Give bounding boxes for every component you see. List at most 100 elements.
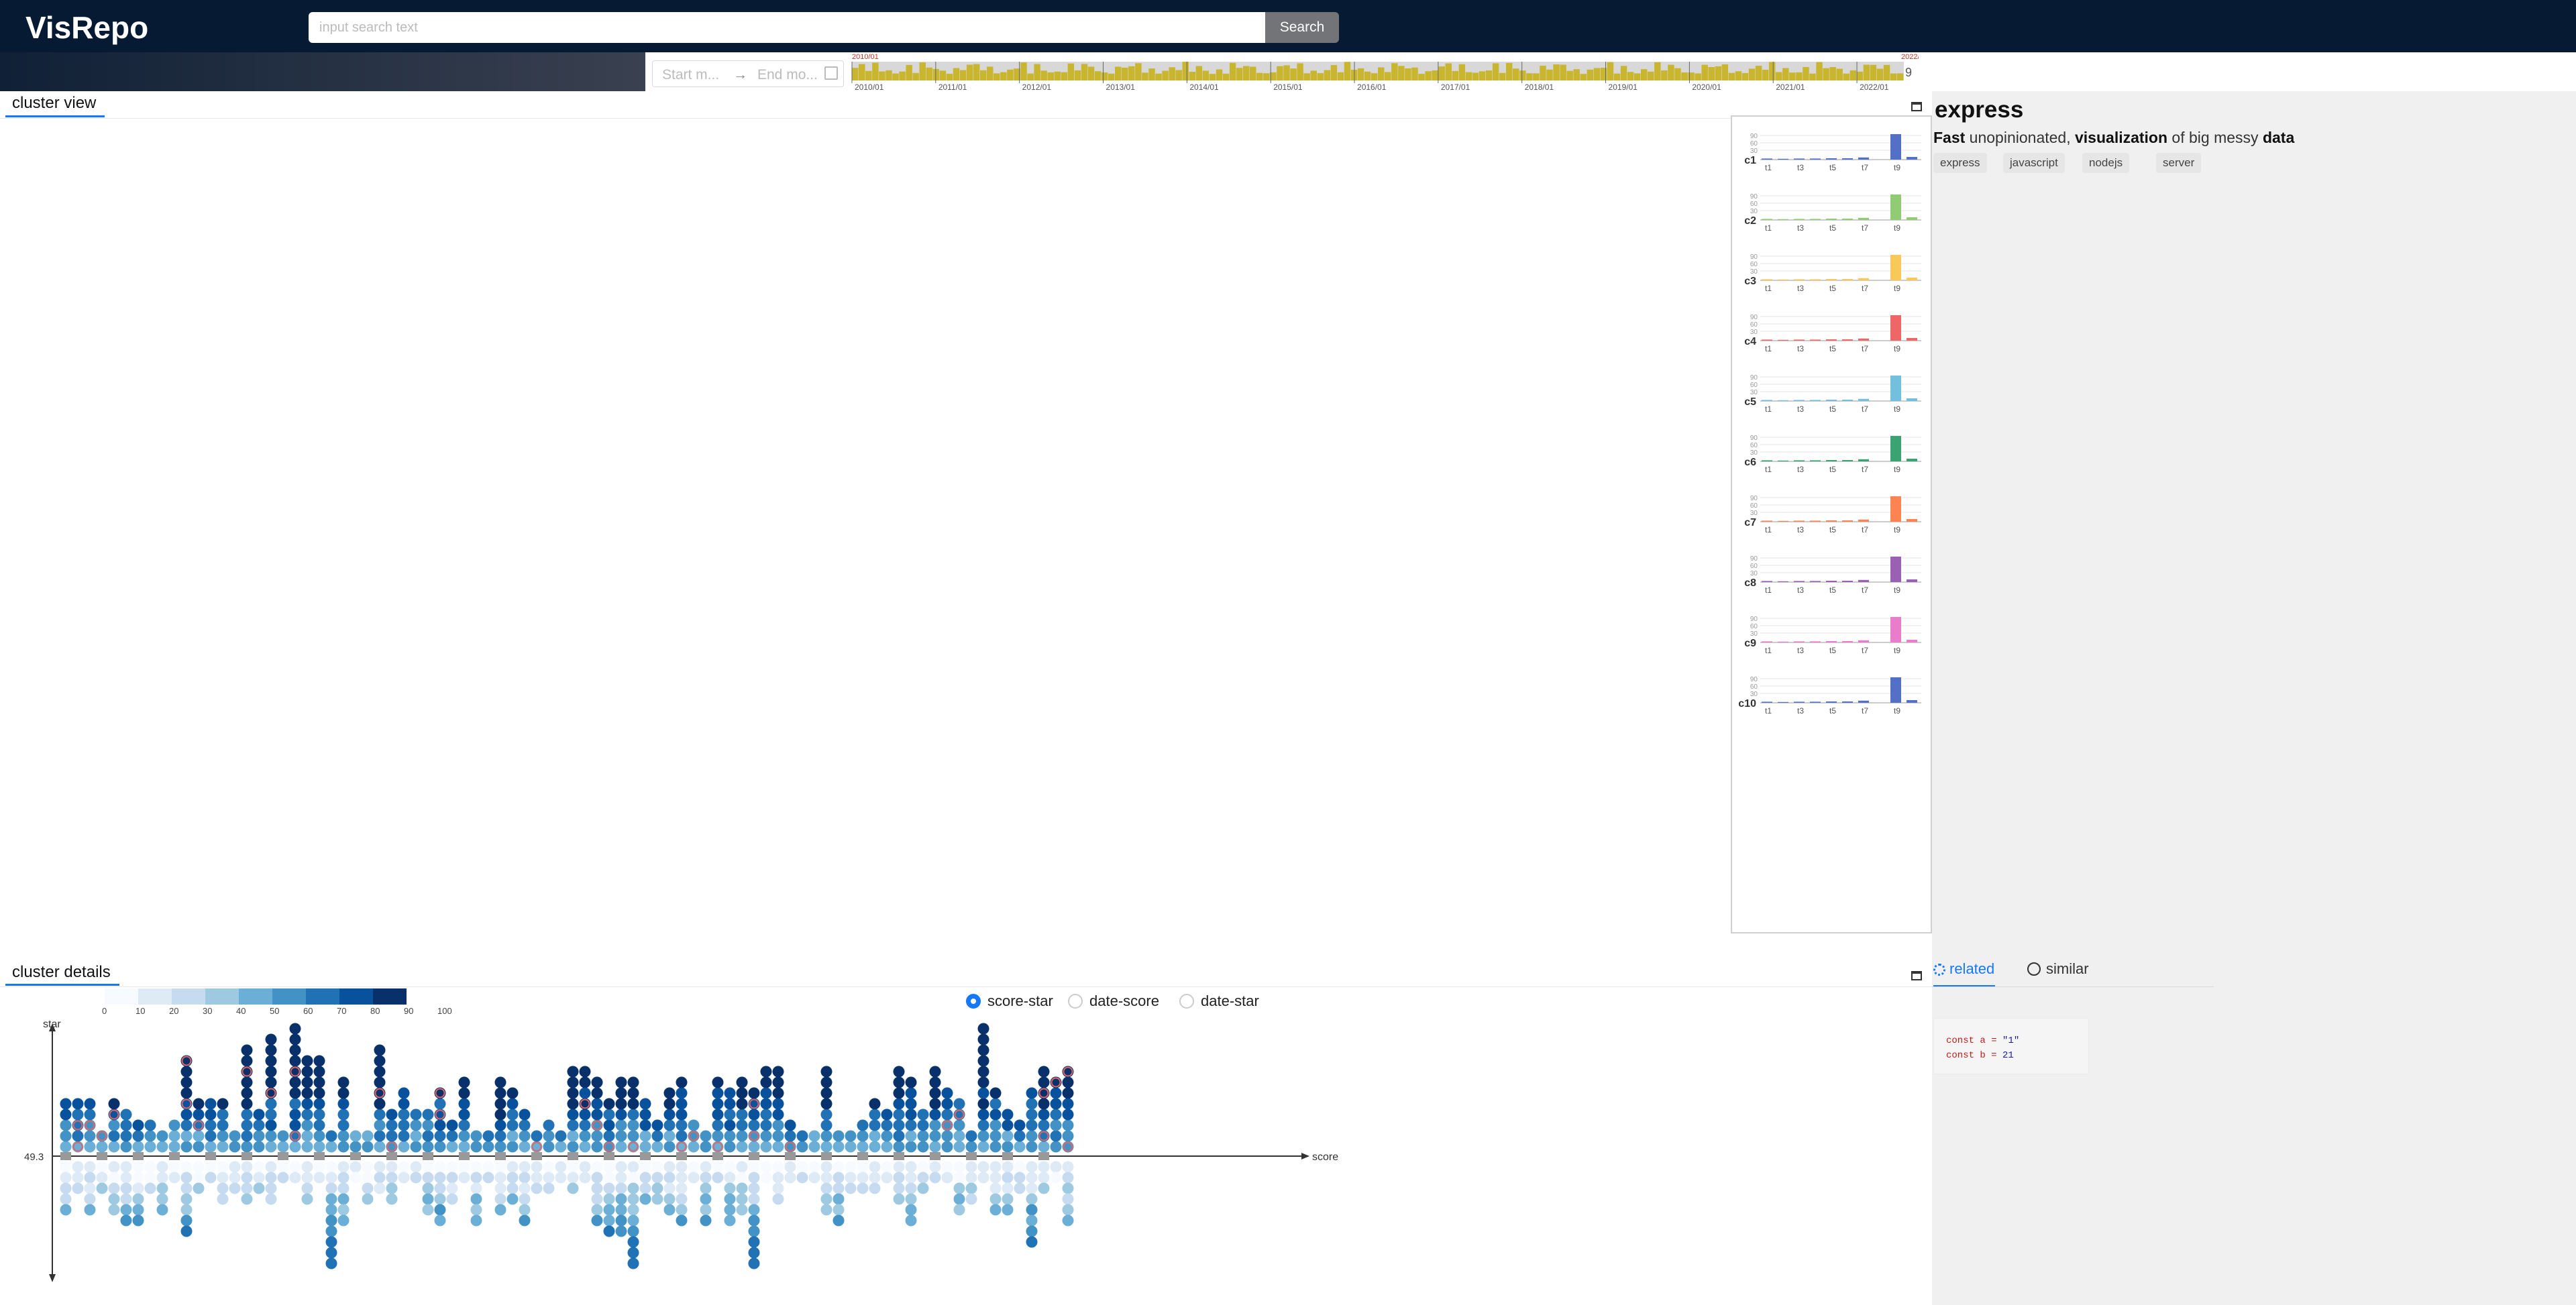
repo-dot — [72, 1130, 84, 1142]
search-button[interactable]: Search — [1265, 12, 1339, 43]
radio-score-star[interactable]: score-star — [966, 992, 1053, 1010]
repo-dot — [265, 1098, 277, 1110]
repo-dot — [953, 1130, 965, 1142]
repo-dot — [1026, 1172, 1038, 1184]
repo-dot — [289, 1161, 301, 1173]
repo-dot — [289, 1109, 301, 1121]
tag-javascript[interactable]: javascript — [2003, 153, 2065, 173]
timeline-bar — [1202, 70, 1210, 80]
repo-dot — [591, 1076, 603, 1088]
repo-dot — [120, 1204, 132, 1216]
timeline-bar — [1519, 70, 1526, 80]
maximize-icon[interactable] — [1911, 971, 1922, 980]
legend-label: 80 — [370, 1006, 380, 1016]
calendar-icon[interactable] — [824, 66, 838, 80]
tag-nodejs[interactable]: nodejs — [2082, 153, 2130, 173]
repo-dot — [301, 1109, 313, 1121]
app-logo: VisRepo — [25, 10, 149, 45]
header-band — [0, 52, 645, 91]
repo-dot — [470, 1130, 482, 1142]
baseline-value: 49.3 — [24, 1151, 44, 1163]
repo-dot — [531, 1130, 543, 1142]
repo-dot — [929, 1119, 941, 1131]
timeline-bar — [1479, 71, 1486, 80]
timeline-bar — [1054, 71, 1061, 80]
repo-dot — [410, 1109, 422, 1121]
repo-dot — [905, 1109, 917, 1121]
y-tick-label: 30 — [1750, 329, 1758, 336]
repo-dot — [362, 1130, 374, 1142]
code-line: const b = 21 — [1946, 1048, 2088, 1063]
repo-dot — [374, 1076, 386, 1088]
tag-server[interactable]: server — [2156, 153, 2202, 173]
radio-button-icon[interactable] — [1068, 994, 1083, 1009]
repo-dot — [627, 1225, 639, 1237]
zoom-icon — [2027, 962, 2041, 976]
repo-dot — [1026, 1182, 1038, 1194]
timeline-brush[interactable]: 2010/01 2011/01 2012/01 2013/01 2014/01 2015/… — [847, 52, 2576, 94]
repo-dot — [676, 1076, 688, 1088]
start-month-input[interactable]: Start m... — [662, 67, 719, 83]
timeline-bar — [1741, 72, 1749, 80]
repo-dot — [301, 1076, 313, 1088]
repo-dot — [603, 1182, 615, 1194]
repo-dot — [84, 1193, 96, 1205]
radio-button-icon[interactable] — [1179, 994, 1194, 1009]
repo-dot — [313, 1098, 325, 1110]
repo-dot — [301, 1066, 313, 1078]
timeline-bar — [899, 71, 906, 80]
month-range-picker[interactable]: Start m... → End mo... — [652, 60, 844, 87]
timeline-bar — [1796, 72, 1803, 80]
repo-dot — [410, 1141, 422, 1153]
tag-express[interactable]: express — [1933, 153, 1987, 173]
x-tick-label: t3 — [1797, 646, 1804, 655]
radio-button-icon[interactable] — [966, 994, 981, 1009]
timeline-tick-label: 2010/01 — [855, 82, 884, 92]
radio-date-score[interactable]: date-score — [1068, 992, 1159, 1010]
repo-dot — [627, 1109, 639, 1121]
repo-dot — [60, 1204, 72, 1216]
repo-dot — [422, 1130, 434, 1142]
repo-dot — [313, 1119, 325, 1131]
repo-dot — [217, 1130, 229, 1142]
cluster-label: c2 — [1744, 215, 1756, 227]
cluster-details-tab-indicator — [5, 984, 119, 986]
repo-dot — [1050, 1098, 1062, 1110]
repo-dot — [1038, 1109, 1050, 1121]
repo-dot — [591, 1141, 603, 1153]
cluster-marker — [386, 1152, 397, 1160]
timeline-bar — [1721, 64, 1729, 80]
cluster-view-title: cluster view — [12, 94, 97, 112]
repo-dot — [905, 1214, 917, 1227]
repo-dot — [1002, 1141, 1014, 1153]
tab-similar[interactable]: similar — [2027, 960, 2089, 978]
repo-dot — [615, 1225, 627, 1237]
repo-dot — [96, 1182, 108, 1194]
repo-dot — [893, 1066, 905, 1078]
cluster-marker — [169, 1152, 180, 1160]
repo-dot — [796, 1161, 808, 1173]
search-input[interactable] — [309, 12, 1265, 43]
tab-related[interactable]: related — [1933, 960, 1994, 978]
repo-dot — [506, 1087, 519, 1099]
repo-dot — [639, 1141, 651, 1153]
timeline-bar — [892, 73, 899, 80]
y-tick-label: 90 — [1750, 374, 1758, 382]
y-tick-label: 30 — [1750, 570, 1758, 577]
repo-tabs[interactable]: related similar — [1932, 947, 2214, 987]
repo-dot — [180, 1193, 193, 1205]
repo-dot — [60, 1130, 72, 1142]
legend-swatch — [373, 988, 407, 1005]
radio-date-star[interactable]: date-star — [1179, 992, 1259, 1010]
repo-dot — [567, 1109, 579, 1121]
repo-dot — [168, 1172, 180, 1184]
repo-dot — [953, 1119, 965, 1131]
x-tick-label: t9 — [1894, 404, 1900, 414]
maximize-icon[interactable] — [1911, 102, 1922, 111]
repo-dot — [434, 1204, 446, 1216]
repo-dot — [893, 1193, 905, 1205]
repo-dot — [651, 1172, 663, 1184]
end-month-input[interactable]: End mo... — [757, 67, 818, 83]
repo-dot — [688, 1141, 700, 1153]
repo-dot — [591, 1193, 603, 1205]
